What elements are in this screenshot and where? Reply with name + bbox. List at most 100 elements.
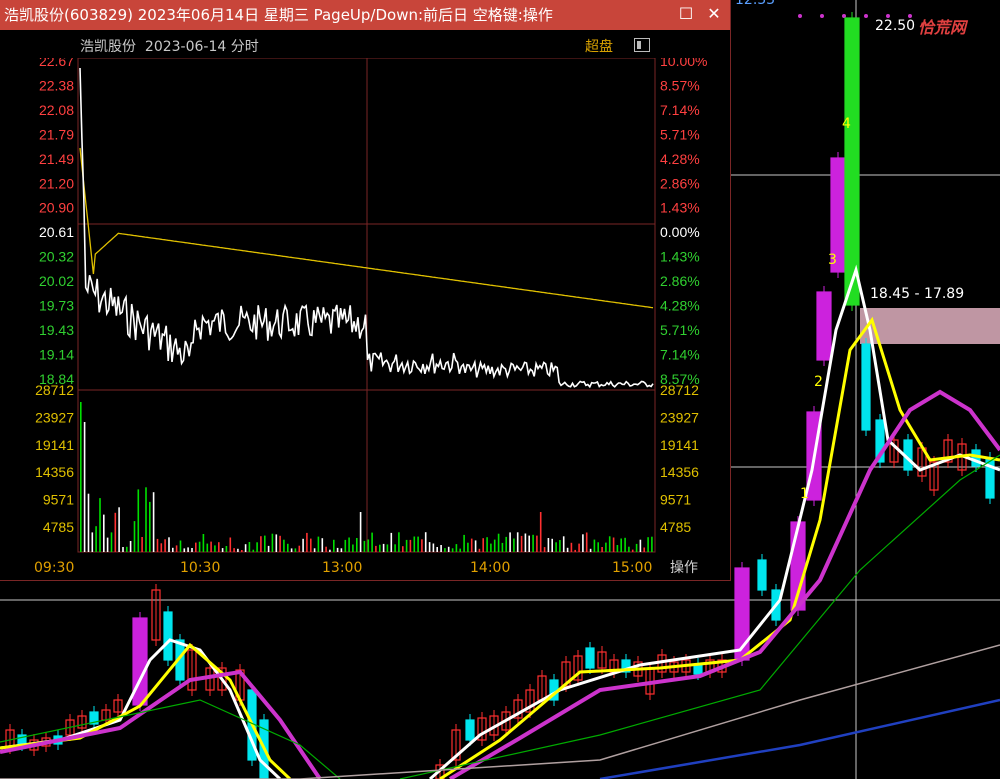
price-label-left: 19.43	[39, 322, 74, 338]
intraday-chart: 22.67 22.38 22.08 21.79 21.49 21.20 20.90 20.61…	[35, 58, 707, 553]
volume-bar	[244, 544, 247, 552]
volume-bar	[83, 422, 86, 552]
price-label-left: 21.49	[39, 151, 74, 167]
volume-bar	[578, 543, 580, 552]
volume-bar	[467, 542, 469, 552]
volume-bar	[631, 549, 634, 552]
ma120-line	[0, 644, 1000, 779]
volume-bar	[608, 536, 611, 552]
volume-bar	[455, 544, 458, 552]
volume-bar	[428, 542, 431, 552]
time-label-1500: 15:00	[612, 560, 653, 576]
volume-bar	[566, 547, 569, 552]
volume-label-right: 28712	[660, 382, 699, 398]
volume-label-left: 4785	[43, 519, 74, 535]
chart-header: 浩凯股份 2023-06-14 分时 超盘	[0, 30, 730, 58]
volume-bar	[99, 498, 101, 552]
volume-bar	[570, 542, 573, 552]
volume-bar	[233, 548, 235, 552]
superpan-label[interactable]: 超盘	[585, 36, 613, 56]
volume-label-right: 23927	[660, 409, 699, 425]
volume-bar	[405, 539, 408, 552]
percent-label-right: 7.14%	[660, 346, 700, 362]
price-label-left: 19.73	[39, 298, 74, 314]
volume-label-right: 9571	[660, 492, 691, 508]
volume-bar	[202, 534, 205, 552]
price-label-left: 21.20	[39, 175, 74, 191]
volume-bar	[398, 532, 400, 552]
volume-bar	[516, 532, 519, 552]
volume-bar	[118, 507, 120, 552]
volume-bar	[133, 521, 136, 552]
intraday-popup-window[interactable]: 浩凯股份(603829) 2023年06月14日 星期三 PageUp/Down…	[0, 0, 731, 581]
kline-candle	[816, 291, 832, 361]
intraday-grid	[77, 58, 656, 553]
volume-bar	[195, 542, 197, 552]
volume-bar	[612, 537, 615, 552]
kline-candle	[844, 17, 860, 306]
volume-bar	[459, 548, 461, 552]
volume-bar	[555, 542, 557, 552]
volume-bar	[436, 547, 438, 552]
volume-bar	[539, 512, 542, 552]
popup-titlebar[interactable]: 浩凯股份(603829) 2023年06月14日 星期三 PageUp/Down…	[0, 0, 730, 30]
volume-bar	[421, 539, 423, 552]
chart-header-text: 浩凯股份 2023-06-14 分时	[80, 36, 259, 56]
volume-bar	[206, 543, 209, 552]
price-label-left: 20.02	[39, 273, 74, 289]
volume-bar	[325, 546, 327, 552]
volume-bar	[409, 539, 412, 552]
percent-label-right: 1.43%	[660, 249, 700, 265]
volume-bar	[524, 533, 527, 552]
restore-icon[interactable]: ☐	[676, 4, 696, 24]
volume-bar	[402, 546, 404, 552]
volume-bar	[290, 548, 293, 552]
price-axis-left: 22.67 22.38 22.08 21.79 21.49 21.20 20.90 20.61…	[39, 58, 74, 387]
volume-bar	[267, 545, 270, 552]
volume-bar	[543, 547, 546, 552]
volume-bar	[482, 538, 484, 552]
volume-bar	[198, 541, 201, 552]
volume-bar	[386, 544, 389, 552]
volume-bar	[313, 548, 316, 552]
volume-bar	[582, 534, 584, 552]
price-label-left: 20.61	[39, 224, 74, 240]
percent-label-right: 1.43%	[660, 200, 700, 216]
volume-bar	[390, 532, 393, 552]
volume-bar	[375, 545, 377, 552]
volume-bar	[279, 535, 281, 552]
kline-candle	[757, 559, 767, 591]
volume-bar	[624, 537, 626, 552]
volume-bar	[344, 539, 347, 552]
volume-bar	[225, 546, 228, 552]
volume-bar	[601, 547, 603, 552]
kline-dot	[798, 14, 802, 18]
price-label-left: 22.08	[39, 102, 74, 118]
panel-toggle-icon[interactable]	[634, 38, 650, 52]
volume-bar	[302, 538, 304, 552]
kline-range-box	[860, 308, 1000, 344]
volume-bar	[310, 538, 312, 552]
volume-bar	[179, 540, 182, 552]
volume-bar	[306, 532, 308, 552]
volume-bar	[639, 539, 642, 552]
operate-button[interactable]: 操作	[660, 558, 708, 578]
percent-label-right: 4.28%	[660, 298, 700, 314]
volume-bar	[103, 514, 105, 552]
close-icon[interactable]: ✕	[704, 4, 724, 24]
volume-bar	[520, 535, 523, 552]
price-label-left: 22.67	[39, 58, 74, 69]
time-label-1300: 13:00	[322, 560, 363, 576]
price-label-left: 19.14	[39, 346, 74, 362]
volume-bar	[237, 548, 239, 552]
volume-bar	[187, 547, 189, 552]
volume-bar	[394, 544, 396, 552]
stock-name: 浩凯股份	[80, 39, 136, 55]
percent-label-right: 2.86%	[660, 175, 700, 191]
price-label-left: 20.32	[39, 249, 74, 265]
time-label-1400: 14:00	[470, 560, 511, 576]
chart-date: 2023-06-14	[144, 39, 227, 55]
volume-bar	[114, 512, 117, 552]
volume-bar	[183, 548, 186, 552]
popup-title: 浩凯股份(603829) 2023年06月14日 星期三 PageUp/Down…	[4, 6, 553, 24]
